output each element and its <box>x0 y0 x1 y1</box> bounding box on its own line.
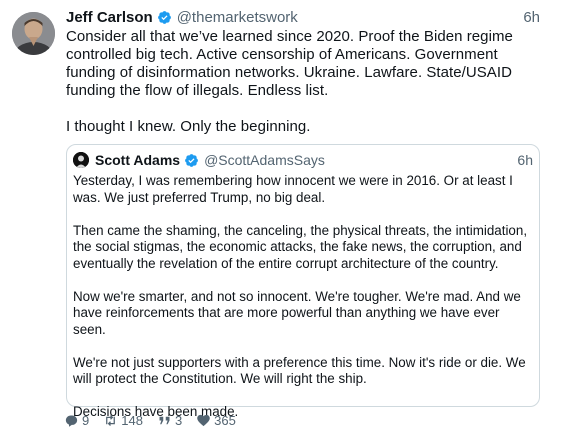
verified-badge-icon <box>184 153 199 168</box>
avatar-photo-icon <box>73 152 89 168</box>
reply-icon <box>65 415 78 427</box>
action-bar: 9 148 3 365 <box>64 413 236 428</box>
quote-icon <box>159 416 170 425</box>
post-timestamp[interactable]: 6h <box>523 9 540 26</box>
repost-button[interactable]: 148 <box>103 413 143 428</box>
like-button[interactable]: 365 <box>196 413 236 428</box>
author-handle[interactable]: @themarketswork <box>177 9 298 26</box>
quoted-paragraph: Now we're smarter, and not so innocent. … <box>73 288 521 337</box>
quoted-author-name[interactable]: Scott Adams <box>95 152 180 168</box>
post-card: Jeff Carlson @themarketswork 6h Consider… <box>0 0 568 428</box>
reply-count: 9 <box>82 413 90 428</box>
heart-icon <box>197 414 210 427</box>
post-paragraph: Consider all that we’ve learned since 20… <box>66 28 513 99</box>
quoted-paragraph: Then came the shaming, the canceling, th… <box>73 222 528 271</box>
author-name[interactable]: Jeff Carlson <box>66 9 153 26</box>
avatar-photo-icon <box>12 12 55 55</box>
post-paragraph: I thought I knew. Only the beginning. <box>66 118 311 135</box>
quoted-post-timestamp[interactable]: 6h <box>517 152 533 168</box>
quoted-author-handle[interactable]: @ScottAdamsSays <box>204 152 325 168</box>
verified-badge-icon <box>157 10 172 25</box>
repost-icon <box>106 415 116 426</box>
post-header: Jeff Carlson @themarketswork 6h <box>66 6 540 28</box>
quoted-paragraph: Yesterday, I was remembering how innocen… <box>73 173 513 205</box>
like-count: 365 <box>214 413 236 428</box>
post-text: Consider all that we’ve learned since 20… <box>66 28 550 136</box>
quoted-post-text: Yesterday, I was remembering how innocen… <box>73 173 533 421</box>
quoted-post-header: Scott Adams @ScottAdamsSays 6h <box>73 150 533 170</box>
author-avatar[interactable] <box>12 12 55 55</box>
reply-button[interactable]: 9 <box>64 413 89 428</box>
quoted-author-avatar[interactable] <box>73 152 89 168</box>
quote-count: 3 <box>174 413 183 428</box>
quoted-paragraph: We're not just supporters with a prefere… <box>73 354 526 387</box>
repost-count: 148 <box>121 413 143 428</box>
quote-button[interactable]: 3 <box>157 413 182 428</box>
quoted-post[interactable]: Scott Adams @ScottAdamsSays 6h Yesterday… <box>66 144 540 419</box>
